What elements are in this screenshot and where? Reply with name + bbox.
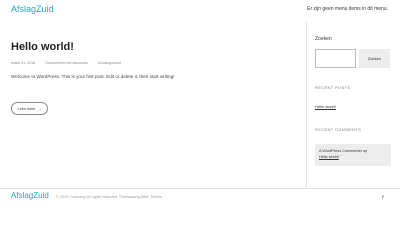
comment-post-link[interactable]: Hello world! (319, 155, 339, 159)
post-date[interactable]: maart 31, 2018 (11, 61, 35, 65)
arrow-right-icon: → (37, 106, 42, 111)
post-author[interactable]: Geschreven met favowebs (45, 61, 88, 65)
read-more-label: Lees meer (17, 106, 36, 111)
site-header: AfslagZuid Er zijn geen menu items in di… (0, 0, 400, 22)
read-more-button[interactable]: Lees meer → (11, 102, 48, 115)
recent-comments-title: RECENT COMMENTS (315, 128, 362, 132)
recent-posts-title: RECENT POSTS (315, 86, 351, 90)
post-category[interactable]: Uncategorized (98, 61, 121, 65)
search-button[interactable]: Zoeken (359, 49, 390, 68)
facebook-icon[interactable]: f (382, 195, 384, 201)
site-title-link[interactable]: AfslagZuid (11, 4, 54, 14)
footer-divider (0, 188, 400, 189)
search-widget-label: Zoeken (315, 36, 332, 42)
menu-empty-notice: Er zijn geen menu items in dit menu. (307, 6, 388, 12)
post-title[interactable]: Hello world! (11, 41, 74, 53)
footer-site-title[interactable]: AfslagZuid (11, 191, 49, 200)
recent-comment-item: A WordPress Commenter op Hello world! (315, 144, 391, 166)
post-meta: maart 31, 2018 Geschreven met favowebs U… (11, 61, 130, 65)
comment-author: A WordPress Commenter (319, 149, 362, 153)
search-input[interactable] (315, 49, 356, 68)
post-excerpt: Welcome to WordPress. This is your first… (11, 74, 175, 79)
footer-copyright: © 2019 Company All rights reserved. Thee… (56, 195, 163, 199)
comment-connector: op (363, 149, 368, 153)
sidebar-divider (306, 22, 307, 188)
recent-post-link[interactable]: Hello world! (315, 104, 336, 109)
